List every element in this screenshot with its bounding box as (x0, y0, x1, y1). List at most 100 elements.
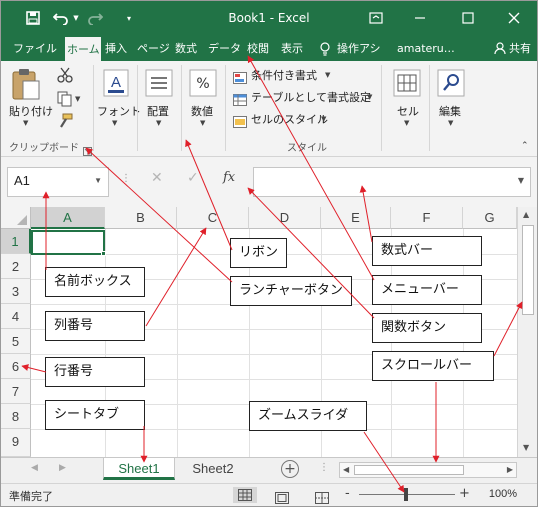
tab-home[interactable]: ホーム (65, 37, 101, 61)
cancel-button[interactable]: ✕ (151, 170, 163, 186)
font-dropdown-icon[interactable]: ▼ (112, 119, 117, 127)
row-header[interactable]: 3 (1, 279, 31, 304)
page-layout-view-icon[interactable] (275, 489, 289, 507)
expand-formula-icon[interactable]: ▼ (518, 176, 524, 185)
collapse-ribbon-icon[interactable]: ⌃ (521, 141, 529, 151)
normal-view-icon[interactable] (233, 487, 257, 503)
cells-label[interactable]: セル (397, 103, 419, 119)
row-header[interactable]: 7 (1, 379, 31, 404)
zoom-in-button[interactable]: + (459, 486, 470, 501)
horizontal-scroll-thumb[interactable] (354, 465, 464, 475)
cell-styles-label[interactable]: セルのスタイル (251, 111, 328, 127)
share-button[interactable]: 共有 (490, 39, 536, 59)
row-header[interactable]: 2 (1, 254, 31, 279)
column-header[interactable]: D (249, 207, 321, 229)
column-header[interactable]: F (391, 207, 463, 229)
row-header[interactable]: 6 (1, 354, 31, 379)
scroll-left-icon[interactable]: ◀ (343, 465, 349, 474)
percent-icon[interactable]: % (189, 69, 217, 101)
row-header[interactable]: 9 (1, 429, 31, 457)
editing-label[interactable]: 編集 (439, 103, 461, 119)
alignment-icon[interactable] (145, 69, 173, 101)
maximize-icon[interactable] (457, 7, 479, 29)
cell-styles-icon[interactable] (233, 113, 247, 132)
tab-formulas[interactable]: 数式 (175, 37, 203, 61)
tab-insert[interactable]: 挿入 (105, 37, 133, 61)
format-as-table-icon[interactable] (233, 91, 247, 110)
number-dropdown-icon[interactable]: ▼ (200, 119, 205, 127)
format-as-table-label[interactable]: テーブルとして書式設定 (251, 89, 371, 105)
zoom-level[interactable]: 100% (489, 488, 517, 500)
function-button[interactable]: fx (223, 170, 235, 185)
gridline (177, 229, 178, 457)
menu-bar: ファイル ホーム 挿入 ページ 数式 データ 校閲 表示 操作アシ amater… (1, 37, 537, 61)
number-label[interactable]: 数値 (191, 103, 213, 119)
scroll-right-icon[interactable]: ▶ (507, 465, 513, 474)
paste-label[interactable]: 貼り付け (9, 103, 53, 119)
row-header[interactable]: 4 (1, 304, 31, 329)
editing-dropdown-icon[interactable]: ▼ (448, 119, 453, 127)
tab-view[interactable]: 表示 (281, 37, 309, 61)
prev-sheet-icon[interactable]: ◀ (31, 463, 38, 473)
page-break-view-icon[interactable] (315, 489, 329, 507)
account-name[interactable]: amateru… (397, 37, 463, 61)
copy-icon[interactable] (57, 91, 73, 111)
search-icon[interactable] (437, 69, 465, 101)
horizontal-scrollbar[interactable]: ◀ ▶ (339, 462, 517, 478)
vertical-scroll-thumb[interactable] (522, 225, 534, 315)
format-as-table-dropdown-icon[interactable]: ▼ (367, 93, 372, 101)
scroll-down-icon[interactable]: ▼ (523, 443, 529, 452)
column-header[interactable]: E (321, 207, 391, 229)
font-icon[interactable]: A (103, 69, 129, 101)
fill-handle[interactable] (101, 251, 106, 256)
conditional-format-icon[interactable] (233, 69, 247, 88)
alignment-dropdown-icon[interactable]: ▼ (156, 119, 161, 127)
label-column-header: 列番号 (45, 311, 145, 341)
next-sheet-icon[interactable]: ▶ (59, 463, 66, 473)
tab-file[interactable]: ファイル (13, 37, 57, 61)
column-header[interactable]: A (31, 207, 105, 229)
sheet-tab-sheet2[interactable]: Sheet2 (177, 458, 249, 480)
active-cell[interactable] (31, 230, 105, 255)
cells-dropdown-icon[interactable]: ▼ (404, 119, 409, 127)
paste-dropdown-icon[interactable]: ▼ (23, 119, 28, 127)
copy-dropdown-icon[interactable]: ▼ (75, 95, 80, 103)
zoom-slider-thumb[interactable] (404, 488, 408, 501)
vertical-scrollbar[interactable]: ▲ ▼ (517, 207, 537, 457)
scroll-up-icon[interactable]: ▲ (523, 210, 529, 219)
sheet-tab-sheet1[interactable]: Sheet1 (103, 458, 175, 480)
column-header[interactable]: B (105, 207, 177, 229)
tab-data[interactable]: データ (208, 37, 242, 61)
enter-button[interactable]: ✓ (187, 170, 199, 186)
conditional-format-label[interactable]: 条件付き書式 (251, 67, 317, 83)
font-label[interactable]: フォント (97, 103, 141, 119)
cells-icon[interactable] (393, 69, 421, 101)
tab-page-layout[interactable]: ページ (137, 37, 169, 61)
tab-review[interactable]: 校閲 (247, 37, 275, 61)
alignment-label[interactable]: 配置 (147, 103, 169, 119)
conditional-format-dropdown-icon[interactable]: ▼ (325, 71, 330, 79)
name-box[interactable]: A1 ▼ (7, 167, 109, 197)
row-header[interactable]: 5 (1, 329, 31, 354)
label-launcher-button: ランチャーボタン (230, 276, 352, 306)
column-header[interactable]: G (463, 207, 517, 229)
minimize-icon[interactable] (409, 7, 431, 29)
row-header[interactable]: 1 (1, 229, 31, 254)
name-box-dropdown-icon[interactable]: ▼ (94, 176, 102, 185)
new-sheet-button[interactable]: + (281, 460, 299, 478)
tell-me-search[interactable]: 操作アシ (337, 37, 389, 61)
paste-icon[interactable] (11, 67, 41, 105)
ribbon-display-icon[interactable] (365, 7, 387, 29)
close-icon[interactable] (503, 7, 525, 29)
cell-styles-dropdown-icon[interactable]: ▼ (321, 115, 326, 123)
row-header[interactable]: 8 (1, 404, 31, 429)
select-all-corner[interactable] (1, 207, 31, 229)
tab-split-handle[interactable]: ⋮ (319, 462, 329, 473)
format-painter-icon[interactable] (57, 113, 73, 133)
cut-icon[interactable] (57, 67, 73, 87)
zoom-out-button[interactable]: - (345, 486, 350, 501)
formula-input[interactable]: ▼ (253, 167, 531, 197)
lightbulb-icon[interactable] (319, 37, 335, 61)
column-header[interactable]: C (177, 207, 249, 229)
person-icon (493, 42, 506, 55)
